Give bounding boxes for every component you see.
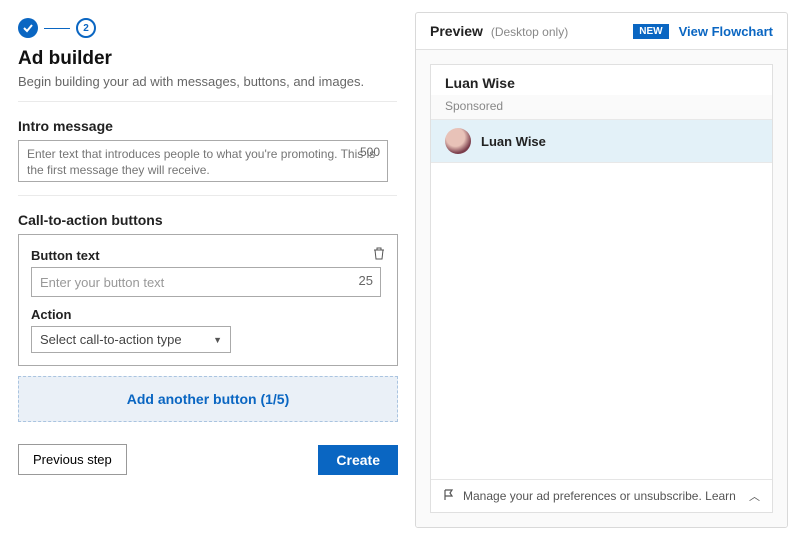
chevron-up-icon[interactable]: ︿ <box>749 488 760 504</box>
trash-icon <box>373 247 385 260</box>
page-subtitle: Begin building your ad with messages, bu… <box>18 74 397 89</box>
preview-title: Preview <box>430 23 483 39</box>
step-1-done <box>18 18 38 38</box>
previous-step-button[interactable]: Previous step <box>18 444 127 475</box>
delete-button-icon[interactable] <box>373 247 385 263</box>
ad-preferences-text[interactable]: Manage your ad preferences or unsubscrib… <box>463 489 736 503</box>
sender-name: Luan Wise <box>481 134 546 149</box>
ad-builder-panel: 2 Ad builder Begin building your ad with… <box>0 0 415 540</box>
action-label: Action <box>31 307 385 322</box>
preview-header: Preview (Desktop only) NEW View Flowchar… <box>416 13 787 50</box>
flag-icon <box>443 489 455 504</box>
message-preview-card: Luan Wise Sponsored Luan Wise Manage you… <box>430 64 773 513</box>
divider <box>18 195 397 196</box>
preview-body: Luan Wise Sponsored Luan Wise Manage you… <box>416 50 787 527</box>
button-text-counter: 25 <box>359 273 373 288</box>
step-2-active: 2 <box>76 18 96 38</box>
preview-profile-name: Luan Wise <box>431 65 772 95</box>
step-connector <box>44 28 70 29</box>
new-badge: NEW <box>633 24 668 39</box>
preview-panel: Preview (Desktop only) NEW View Flowchar… <box>415 12 788 528</box>
cta-section-label: Call-to-action buttons <box>18 212 397 228</box>
action-select[interactable]: Select call-to-action type ▼ <box>31 326 231 353</box>
divider <box>18 101 397 102</box>
view-flowchart-link[interactable]: View Flowchart <box>679 24 773 39</box>
check-icon <box>23 23 33 33</box>
action-select-value: Select call-to-action type <box>40 332 182 347</box>
message-body-empty <box>431 163 772 479</box>
ad-preferences-footer: Manage your ad preferences or unsubscrib… <box>431 479 772 512</box>
intro-message-input[interactable] <box>18 140 388 182</box>
add-another-button[interactable]: Add another button (1/5) <box>18 376 398 422</box>
cta-button-config: Button text 25 Action Select call-to-act… <box>18 234 398 366</box>
message-thread-row[interactable]: Luan Wise <box>431 119 772 163</box>
preview-note: (Desktop only) <box>491 25 568 39</box>
create-button[interactable]: Create <box>318 445 398 475</box>
chevron-down-icon: ▼ <box>213 335 222 345</box>
button-text-label: Button text <box>31 248 100 263</box>
sponsored-label: Sponsored <box>431 95 772 119</box>
footer-actions: Previous step Create <box>18 444 398 475</box>
intro-message-label: Intro message <box>18 118 397 134</box>
intro-char-counter: 500 <box>360 145 380 159</box>
progress-stepper: 2 <box>18 18 397 38</box>
avatar <box>445 128 471 154</box>
button-text-input[interactable] <box>31 267 381 297</box>
page-title: Ad builder <box>18 48 397 70</box>
